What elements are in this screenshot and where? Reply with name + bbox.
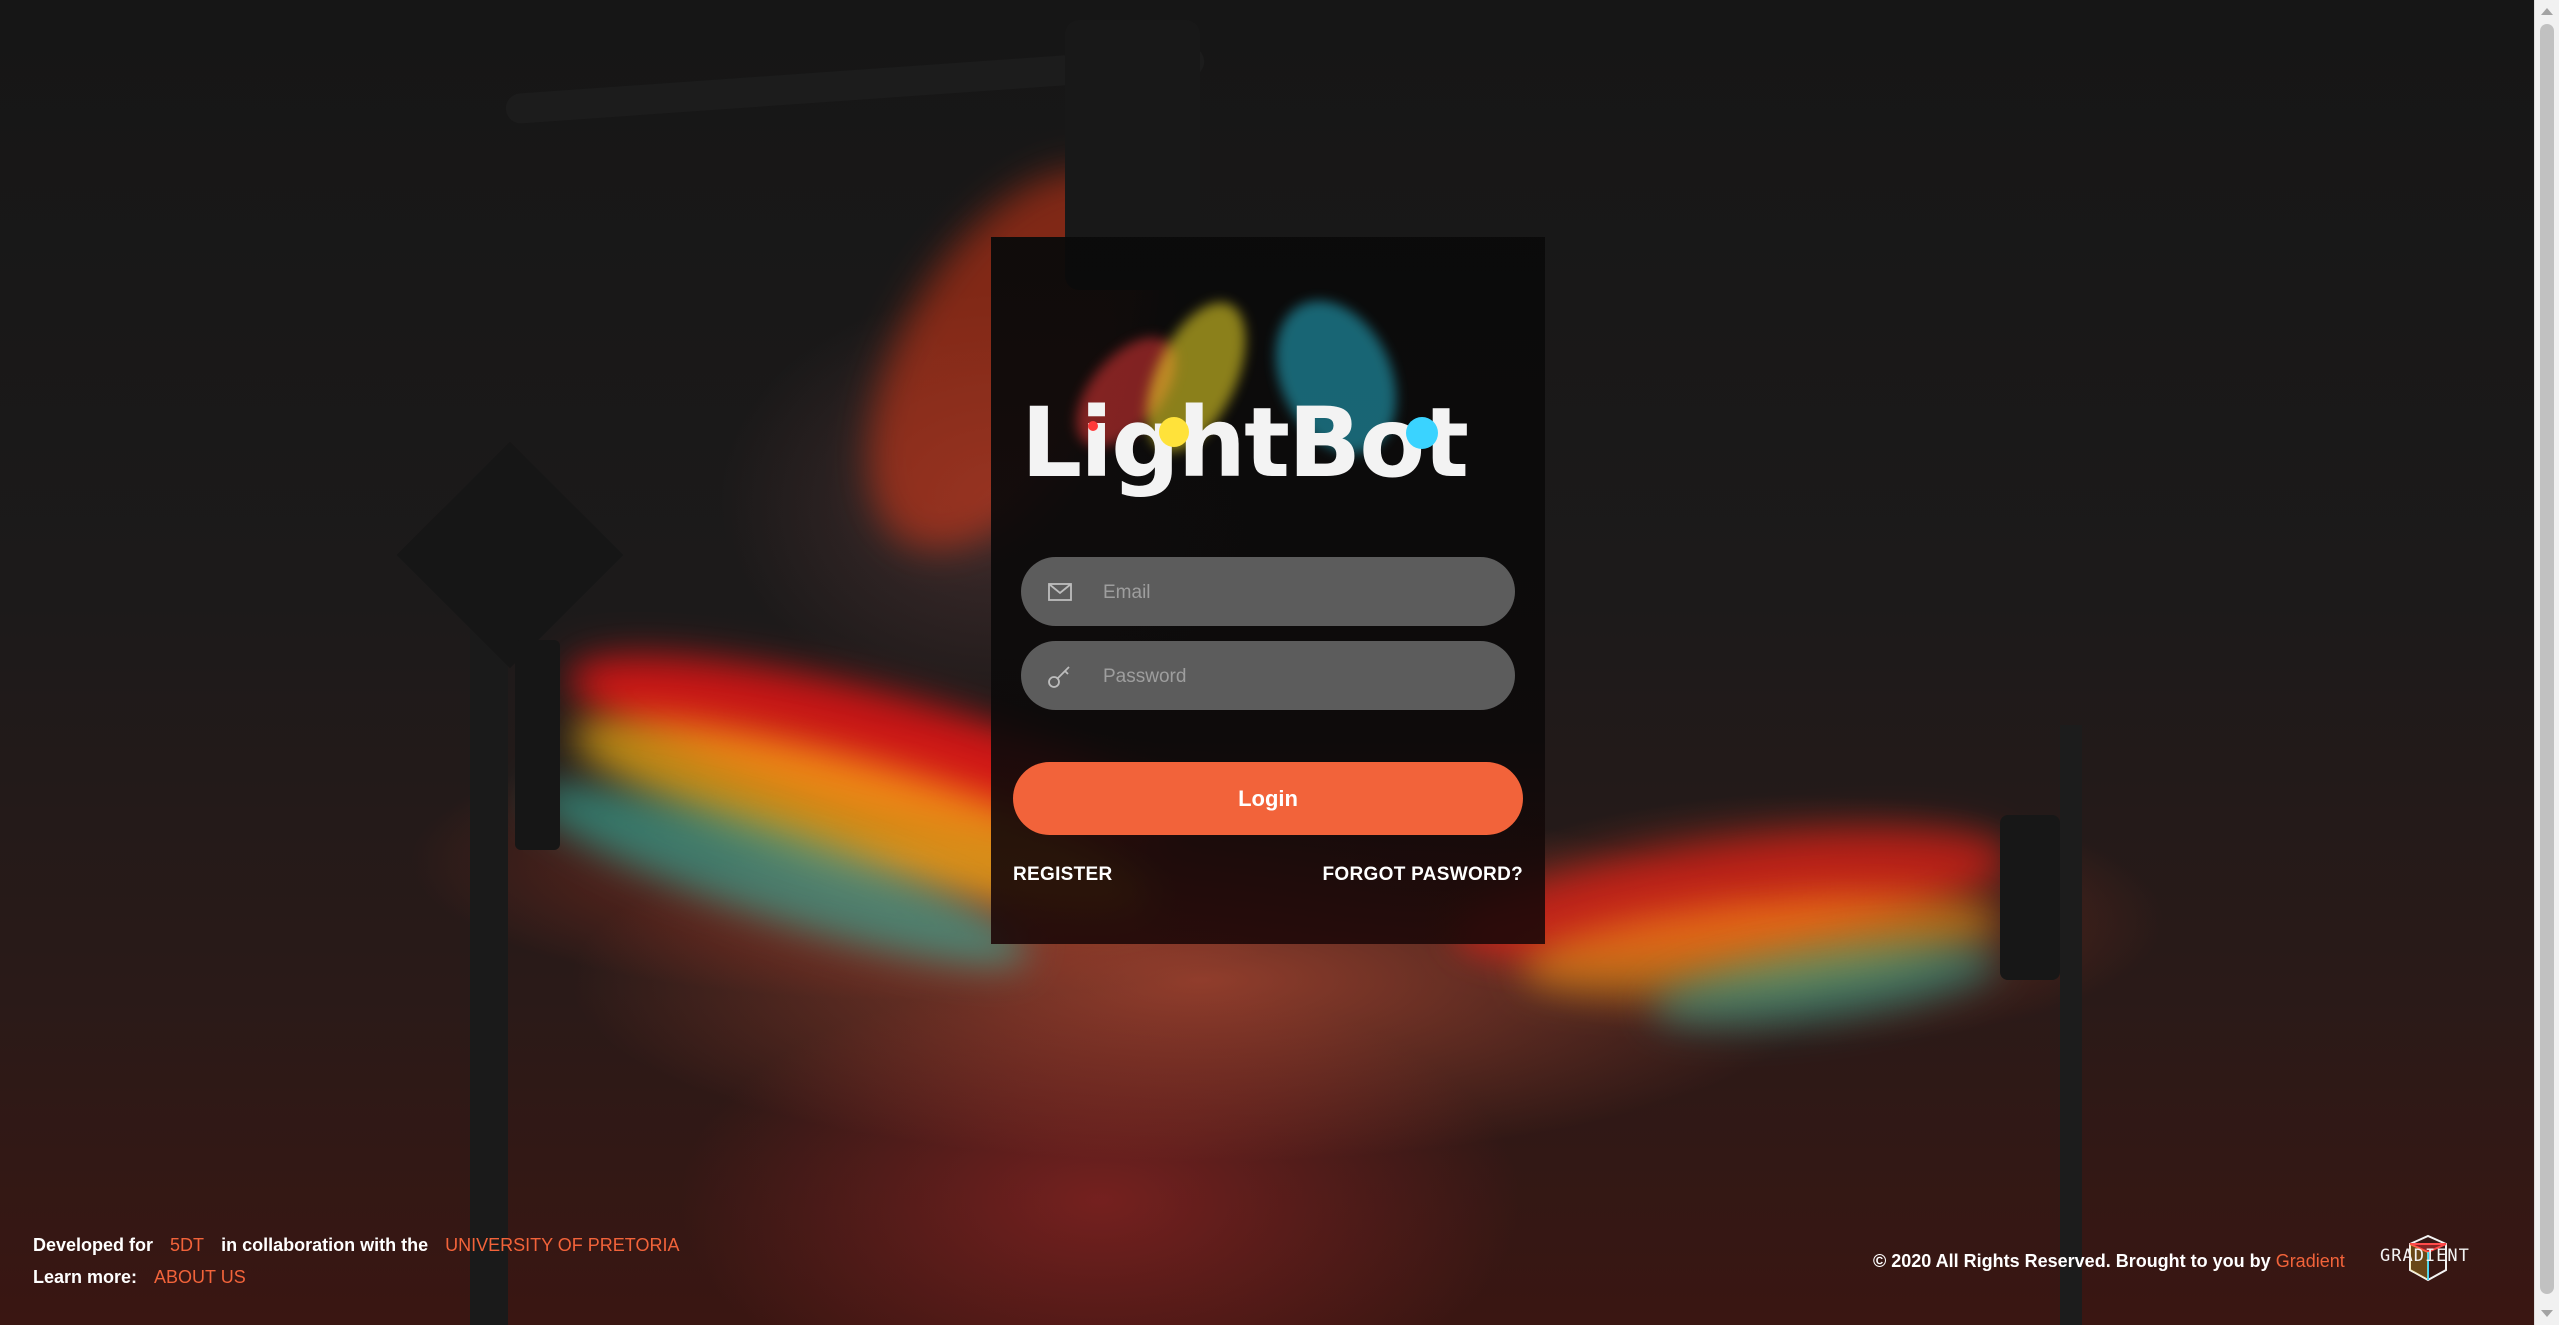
university-link[interactable]: UNIVERSITY OF PRETORIA [445, 1235, 679, 1255]
password-field[interactable] [1021, 641, 1515, 712]
lightbot-logo: LightBot [1021, 281, 1517, 491]
brand-wordmark: LightBot [1021, 387, 1469, 499]
learn-more-line: Learn more: ABOUT US [33, 1267, 246, 1288]
key-icon [1048, 666, 1070, 688]
gradient-badge-text: GRADIENT [2380, 1246, 2470, 1266]
collab-label: in collaboration with the [221, 1235, 429, 1255]
email-input[interactable] [1101, 557, 1495, 628]
login-card: LightBot Login REGISTER FORGOT PASWORD? [991, 237, 1545, 944]
learn-more-label: Learn more: [33, 1267, 138, 1287]
register-link[interactable]: REGISTER [1013, 864, 1113, 886]
client-link[interactable]: 5DT [170, 1235, 204, 1255]
scrollbar-thumb[interactable] [2540, 24, 2554, 1294]
developed-for-label: Developed for [33, 1235, 154, 1255]
developed-for-line: Developed for 5DT in collaboration with … [33, 1235, 679, 1256]
forgot-password-link[interactable]: FORGOT PASWORD? [1323, 864, 1523, 886]
password-input[interactable] [1101, 641, 1495, 712]
scrollbar[interactable] [2534, 0, 2559, 1325]
email-field[interactable] [1021, 557, 1515, 628]
gradient-logo: GRADIENT [2380, 1230, 2490, 1292]
copyright-line: © 2020 All Rights Reserved. Brought to y… [1873, 1251, 2345, 1272]
scroll-up-icon[interactable] [2541, 8, 2553, 15]
envelope-icon [1048, 583, 1072, 601]
login-button[interactable]: Login [1013, 762, 1523, 835]
gradient-link[interactable]: Gradient [2276, 1251, 2345, 1271]
scroll-down-icon[interactable] [2541, 1310, 2553, 1317]
about-us-link[interactable]: ABOUT US [154, 1267, 246, 1287]
copyright-text: © 2020 All Rights Reserved. Brought to y… [1873, 1251, 2271, 1271]
